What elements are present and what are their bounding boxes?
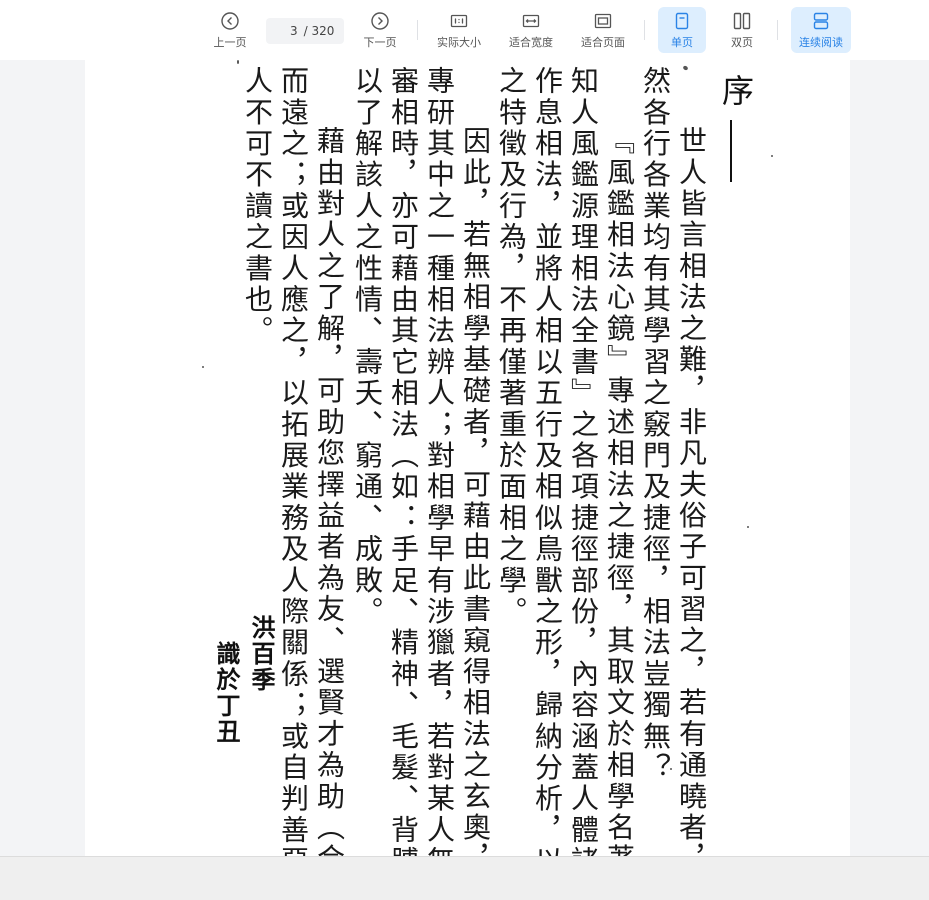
text-column: 知人風鑑源理相法全書』之各項捷徑部份，內容涵蓋人體諸部 (567, 66, 600, 856)
text-column: 以了解該人之性情、壽夭、窮通、成敗。 (351, 66, 384, 628)
double-page-icon (733, 12, 751, 29)
document-page: 序 世人皆言相法之難，非凡夫俗子可習之，若有通曉者，必 然各行各業均有其學習之竅… (85, 60, 850, 856)
single-page-label: 单页 (671, 35, 693, 49)
page-number-input[interactable] (275, 24, 298, 38)
text-column: 審相時，亦可藉由其它相法（如：手足、精神、毛髮、背膊…… (387, 66, 420, 856)
fit-width-label: 适合宽度 (509, 35, 553, 49)
scan-speck (747, 526, 749, 528)
text-column: 藉由對人之了解，可助您擇益者為友、選賢才為助（合夥 (313, 126, 346, 856)
bottom-bar (0, 856, 929, 900)
text-column: 作息相法，並將人相以五行及相似鳥獸之形，歸納分析，以闡 (531, 66, 564, 856)
fit-page-button[interactable]: 适合页面 (574, 7, 632, 53)
toolbar-divider (644, 20, 645, 40)
scan-speck (202, 366, 204, 368)
signature: 洪百季 識於丁丑 (209, 615, 279, 745)
text-column: 因此，若無相學基礎者，可藉由此書窺得相法之玄奧，或於 (459, 126, 492, 856)
text-column: 之特徵及行為，不再僅著重於面相之學。 (495, 66, 528, 628)
signature-name: 洪百季 (247, 615, 275, 693)
chevron-right-circle-icon (371, 11, 389, 30)
fit-width-button[interactable]: 适合宽度 (502, 7, 560, 53)
chevron-left-circle-icon (221, 11, 239, 30)
page-indicator: / 320 (266, 18, 344, 44)
text-column: 人不可不讀之書也。 (241, 66, 274, 347)
single-page-button[interactable]: 单页 (658, 7, 706, 53)
text-column: 『風鑑相法心鏡』專述相法之捷徑，其取文於相學名著『 (603, 126, 636, 856)
scan-speck (237, 60, 239, 64)
prev-page-button[interactable]: 上一页 (206, 7, 254, 53)
toolbar-divider (777, 20, 778, 40)
next-page-label: 下一页 (363, 35, 397, 49)
actual-size-button[interactable]: 实际大小 (430, 7, 488, 53)
next-page-button[interactable]: 下一页 (356, 7, 404, 53)
continuous-read-icon (813, 12, 829, 29)
text-column: 然各行各業均有其學習之竅門及捷徑，相法豈獨無？ (639, 66, 672, 784)
scan-speck (682, 64, 689, 72)
fit-page-icon (594, 13, 612, 28)
continuous-read-button[interactable]: 连续阅读 (791, 7, 851, 53)
title-rule (730, 120, 732, 182)
total-pages: / 320 (303, 24, 335, 38)
document-viewer[interactable]: 序 世人皆言相法之難，非凡夫俗子可習之，若有通曉者，必 然各行各業均有其學習之竅… (0, 60, 929, 856)
text-column: 專研其中之一種相法辨人；對相學早有涉獵者，若對某人無法 (423, 66, 456, 856)
single-page-icon (675, 12, 689, 29)
text-column: 世人皆言相法之難，非凡夫俗子可習之，若有通曉者，必 (675, 126, 708, 856)
scan-speck (771, 155, 773, 157)
text-column: 而遠之；或因人應之，以拓展業務及人際關係；或自判善惡以 (277, 66, 310, 856)
prev-page-label: 上一页 (213, 35, 247, 49)
continuous-read-label: 连续阅读 (799, 35, 843, 49)
signature-note: 識於丁丑 (212, 641, 240, 745)
fit-page-label: 适合页面 (581, 35, 625, 49)
actual-size-icon (450, 14, 468, 27)
fit-width-icon (522, 14, 540, 27)
scan-speck (670, 768, 672, 770)
double-page-button[interactable]: 双页 (718, 7, 766, 53)
double-page-label: 双页 (731, 35, 753, 49)
page-title: 序 (717, 74, 755, 106)
actual-size-label: 实际大小 (437, 35, 481, 49)
viewer-toolbar: 上一页 / 320 下一页 实际大小 适合宽度 适合页面 (0, 0, 929, 60)
toolbar-divider (417, 20, 418, 40)
